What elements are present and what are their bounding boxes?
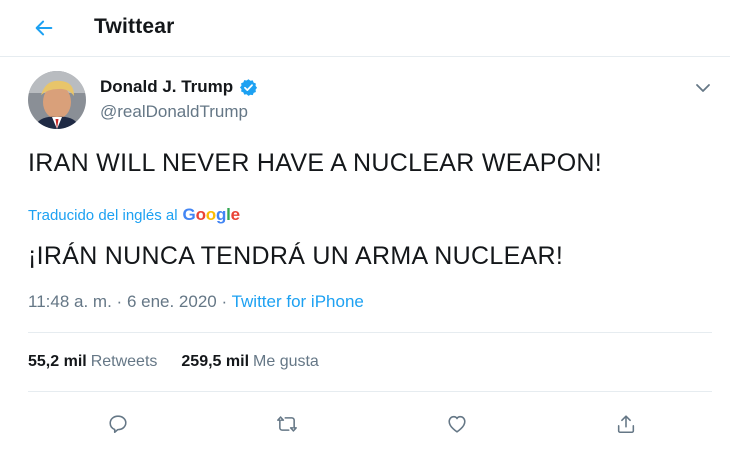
translation-attribution: Traducido del inglés al Google xyxy=(28,205,240,225)
google-logo: Google xyxy=(182,205,241,224)
tweet-translation: ¡IRÁN NUNCA TENDRÁ UN ARMA NUCLEAR! xyxy=(28,242,564,270)
retweets-count[interactable]: 55,2 mil xyxy=(28,353,87,371)
more-options-button[interactable] xyxy=(693,80,713,96)
meta-separator: · xyxy=(116,292,123,311)
translated-label: Traducido del inglés al xyxy=(28,207,178,224)
reply-button[interactable] xyxy=(99,405,137,443)
tweet-source-link[interactable]: Twitter for iPhone xyxy=(232,292,364,311)
author-display-name[interactable]: Donald J. Trump xyxy=(100,77,233,97)
divider xyxy=(28,332,712,333)
tweet-actions xyxy=(0,405,730,443)
author-name-row[interactable]: Donald J. Trump xyxy=(100,77,258,97)
divider-2 xyxy=(28,391,712,392)
arrow-left-icon xyxy=(35,20,53,36)
avatar-image xyxy=(28,71,86,129)
avatar[interactable] xyxy=(28,71,86,129)
chevron-down-icon xyxy=(696,84,710,92)
page-title: Twittear xyxy=(94,15,175,38)
likes-count[interactable]: 259,5 mil xyxy=(181,353,249,371)
meta-separator-2: · xyxy=(221,292,228,311)
share-button[interactable] xyxy=(607,405,645,443)
tweet-date[interactable]: 6 ene. 2020 xyxy=(127,292,217,311)
retweets-label[interactable]: Retweets xyxy=(91,353,158,371)
back-button[interactable] xyxy=(28,12,60,44)
likes-label[interactable]: Me gusta xyxy=(253,353,319,371)
tweet-text: IRAN WILL NEVER HAVE A NUCLEAR WEAPON! xyxy=(28,149,603,177)
tweet-time[interactable]: 11:48 a. m. xyxy=(28,292,112,311)
tweet-stats: 55,2 mil Retweets 259,5 mil Me gusta xyxy=(28,353,343,371)
retweet-button[interactable] xyxy=(268,405,306,443)
author-handle[interactable]: @realDonaldTrump xyxy=(100,102,248,122)
top-bar: Twittear xyxy=(0,0,730,57)
verified-badge-icon xyxy=(240,78,258,96)
share-icon xyxy=(617,415,635,434)
retweet-icon xyxy=(277,416,297,432)
reply-icon xyxy=(109,415,127,434)
like-icon xyxy=(448,415,466,433)
tweet-metadata: 11:48 a. m. · 6 ene. 2020 · Twitter for … xyxy=(28,292,364,312)
like-button[interactable] xyxy=(438,405,476,443)
